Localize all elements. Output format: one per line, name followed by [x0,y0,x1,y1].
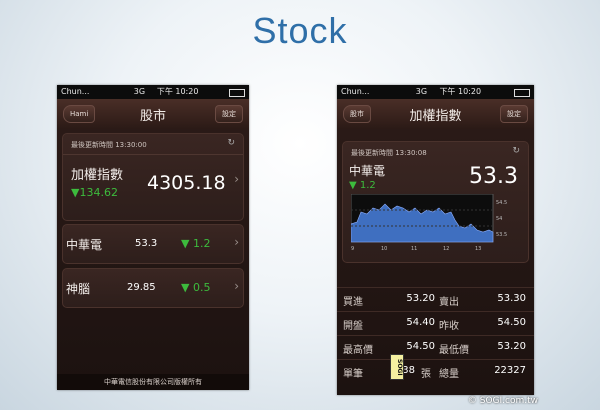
y-tick: 54 [496,216,502,222]
stock-price: 53.3 [135,238,158,249]
carrier-label: Chun... [61,87,90,96]
index-change: ▼134.62 [71,186,118,199]
nav-bar: 股市 加權指數 設定 [337,99,534,130]
index-value: 4305.18 [147,172,226,194]
carrier-label: Chun... [341,87,370,96]
status-bar: Chun... 3G 下午 10:20 [57,85,249,99]
y-tick: 54.5 [496,200,507,206]
x-tick: 10 [381,246,387,252]
detail-value: 54.40 [406,317,435,328]
detail-label: 單筆 [343,369,363,380]
chevron-right-icon: › [234,235,239,249]
nav-bar: Hami 股市 設定 [57,99,249,130]
detail-label: 最低價 [439,345,469,356]
detail-label: 買進 [343,297,363,308]
detail-label: 昨收 [439,321,459,332]
stock-list-phone: Chun... 3G 下午 10:20 Hami 股市 設定 最後更新時間 13… [57,85,249,390]
detail-value: 54.50 [497,317,526,328]
settings-button[interactable]: 設定 [500,105,528,123]
x-tick: 11 [411,246,417,252]
detail-value: 54.50 [406,341,435,352]
stock-row[interactable]: 神腦 29.85 ▼ 0.5 › [62,268,244,308]
y-tick: 53.5 [496,232,507,238]
detail-label: 最高價 [343,345,373,356]
chevron-right-icon: › [234,279,239,293]
stock-row[interactable]: 中華電 53.3 ▼ 1.2 › [62,224,244,264]
detail-value: 22327 [494,365,526,376]
index-card[interactable]: 最後更新時間 13:30:00 ↻ 加權指數 ▼134.62 4305.18 › [62,133,244,221]
slide-title: Stock [252,10,348,51]
intraday-chart: 9 10 11 12 13 54.5 54 53.5 [351,194,507,252]
battery-icon [229,89,245,97]
chevron-right-icon: › [234,172,239,186]
detail-unit: 張 [421,369,431,380]
detail-label: 賣出 [439,297,459,308]
index-change-value: 134.62 [79,186,118,199]
stock-detail-phone: Chun... 3G 下午 10:20 股市 加權指數 設定 最後更新時間 13… [337,85,534,395]
x-tick: 9 [351,246,354,252]
last-updated: 最後更新時間 13:30:00 [71,141,147,149]
detail-value: 53.30 [497,293,526,304]
stock-price: 29.85 [127,282,156,293]
x-tick: 13 [475,246,481,252]
down-arrow-icon: ▼ [181,237,193,250]
stock-price: 53.3 [469,164,518,189]
stock-name: 中華電 [66,238,103,252]
status-bar: Chun... 3G 下午 10:20 [337,85,534,99]
watermark: © SOGI.com.tw [467,396,538,406]
stock-list: 最後更新時間 13:30:00 ↻ 加權指數 ▼134.62 4305.18 ›… [57,129,249,390]
detail-row: 最高價 54.50 最低價 53.20 [337,335,534,358]
stock-change: ▼ 0.5 [181,281,210,294]
index-name: 加權指數 [71,168,124,183]
stock-detail: 最後更新時間 13:30:08 ↻ 中華電 ▼ 1.2 53.3 9 10 11… [337,129,534,395]
refresh-icon[interactable]: ↻ [512,146,520,156]
detail-value: 53.20 [406,293,435,304]
detail-value: 53.20 [497,341,526,352]
stock-card: 最後更新時間 13:30:08 ↻ 中華電 ▼ 1.2 53.3 9 10 11… [342,141,529,263]
detail-label: 開盤 [343,321,363,332]
clock: 下午 10:20 [439,87,482,96]
down-arrow-icon: ▼ [349,180,360,191]
clock: 下午 10:20 [156,87,199,96]
network-label: 3G [133,87,146,96]
divider [63,154,243,155]
stock-name: 中華電 [349,164,386,178]
stock-change-value: 1.2 [359,180,376,191]
refresh-icon[interactable]: ↻ [227,138,235,148]
network-label: 3G [415,87,428,96]
last-updated: 最後更新時間 13:30:08 [351,149,427,157]
detail-row: 買進 53.20 賣出 53.30 [337,287,534,310]
stock-change-value: 1.2 [192,237,211,250]
stock-change-value: 0.5 [192,281,211,294]
settings-button[interactable]: 設定 [215,105,243,123]
battery-icon [514,89,530,97]
detail-row: 開盤 54.40 昨收 54.50 [337,311,534,334]
detail-row: 單筆 838 張 總量 22327 [337,359,534,382]
watermark-text: SOGI.com.tw [479,396,538,406]
x-tick: 12 [443,246,449,252]
detail-label: 總量 [439,369,459,380]
copyright-footer: 中華電信股份有限公司版權所有 [57,374,249,390]
stock-name: 神腦 [66,282,91,296]
down-arrow-icon: ▼ [181,281,193,294]
stock-change: ▼ 1.2 [181,237,210,250]
sogi-logo: SOGI [390,354,404,380]
stock-change: ▼ 1.2 [349,180,376,191]
